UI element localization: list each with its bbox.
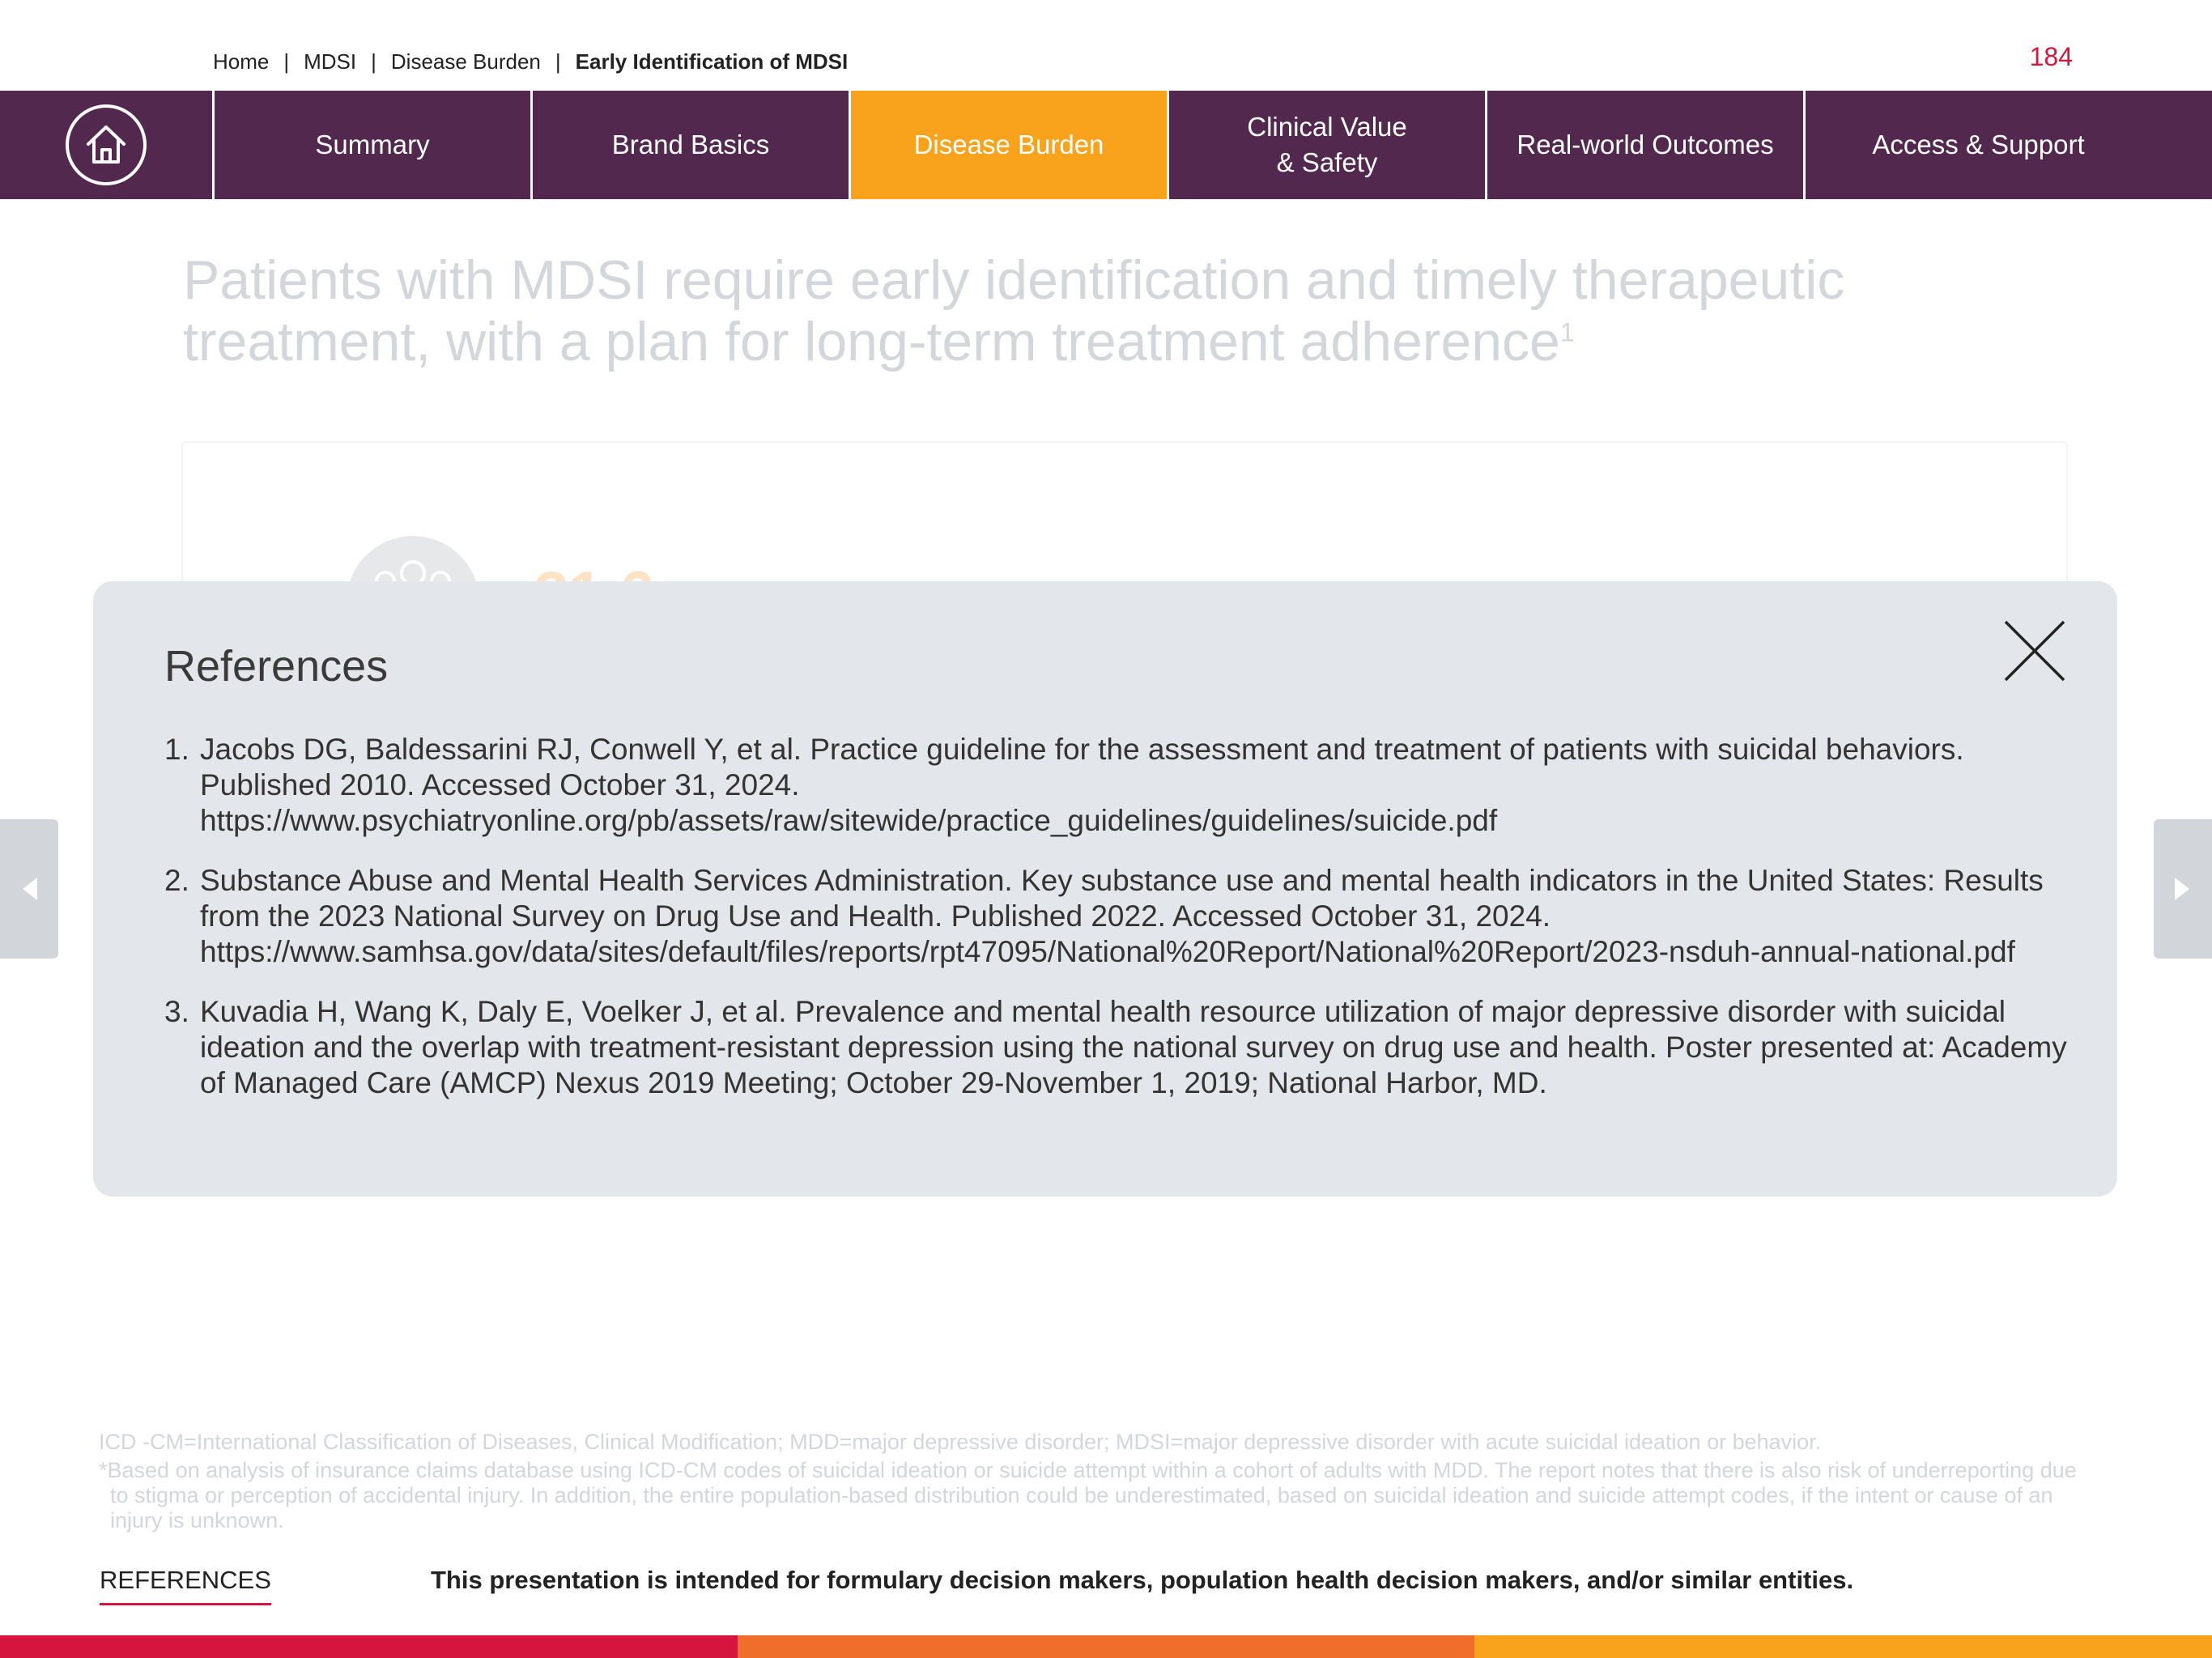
home-icon [66,104,147,185]
tab-clinical-value-safety[interactable]: Clinical Value & Safety [1169,91,1487,199]
reference-number: 3. [164,995,189,1028]
footnote-abbreviations: ICD -CM=International Classification of … [99,1430,1822,1454]
previous-page-button[interactable] [0,819,58,959]
breadcrumb-current: Early Identification of MDSI [575,49,849,74]
breadcrumb-disease-burden[interactable]: Disease Burden [391,49,541,74]
disclaimer-text: This presentation is intended for formul… [431,1566,1854,1594]
next-page-button[interactable] [2154,819,2212,959]
footnote-asterisk: *Based on analysis of insurance claims d… [99,1458,2077,1533]
bottom-bar-segment [737,1635,1475,1658]
bottom-bar-segment [1474,1635,2212,1658]
reference-list: 1. Jacobs DG, Baldessarini RJ, Conwell Y… [164,732,2075,1125]
footnotes: ICD -CM=International Classification of … [99,1430,2082,1533]
page-number: 184 [2029,42,2073,71]
chevron-left-icon [23,878,37,900]
page-title-citation: 1 [1559,317,1575,347]
bottom-color-bar [0,1635,2212,1658]
nav-home-button[interactable] [0,91,215,199]
breadcrumb-home[interactable]: Home [213,49,269,74]
reference-number: 2. [164,864,189,897]
references-button[interactable]: REFERENCES [100,1566,271,1605]
tab-disease-burden[interactable]: Disease Burden [851,91,1169,199]
reference-text: Kuvadia H, Wang K, Daly E, Voelker J, et… [200,995,2067,1099]
breadcrumb-separator: | [283,49,290,74]
tab-brand-basics[interactable]: Brand Basics [533,91,851,199]
page-title-text: Patients with MDSI require early identif… [183,249,1845,372]
chevron-right-icon [2175,878,2189,900]
reference-item: 3. Kuvadia H, Wang K, Daly E, Voelker J,… [164,994,2075,1101]
references-modal: References 1. Jacobs DG, Baldessarini RJ… [93,581,2117,1197]
tab-access-support[interactable]: Access & Support [1806,91,2151,199]
modal-title: References [164,642,389,691]
main-nav: Summary Brand Basics Disease Burden Clin… [0,91,2212,199]
breadcrumb-mdsi[interactable]: MDSI [304,49,356,74]
reference-item: 2. Substance Abuse and Mental Health Ser… [164,863,2075,970]
reference-number: 1. [164,733,189,766]
close-icon[interactable] [2004,620,2065,682]
page-title: Patients with MDSI require early identif… [183,249,1883,372]
tab-real-world-outcomes[interactable]: Real-world Outcomes [1487,91,1806,199]
breadcrumb-separator: | [555,49,561,74]
reference-item: 1. Jacobs DG, Baldessarini RJ, Conwell Y… [164,732,2075,839]
breadcrumb: Home | MDSI | Disease Burden | Early Ide… [213,47,848,76]
tab-summary[interactable]: Summary [215,91,533,199]
reference-text: Substance Abuse and Mental Health Servic… [200,864,2044,968]
reference-text: Jacobs DG, Baldessarini RJ, Conwell Y, e… [200,733,1964,837]
bottom-bar-segment [0,1635,738,1658]
breadcrumb-separator: | [371,49,376,74]
